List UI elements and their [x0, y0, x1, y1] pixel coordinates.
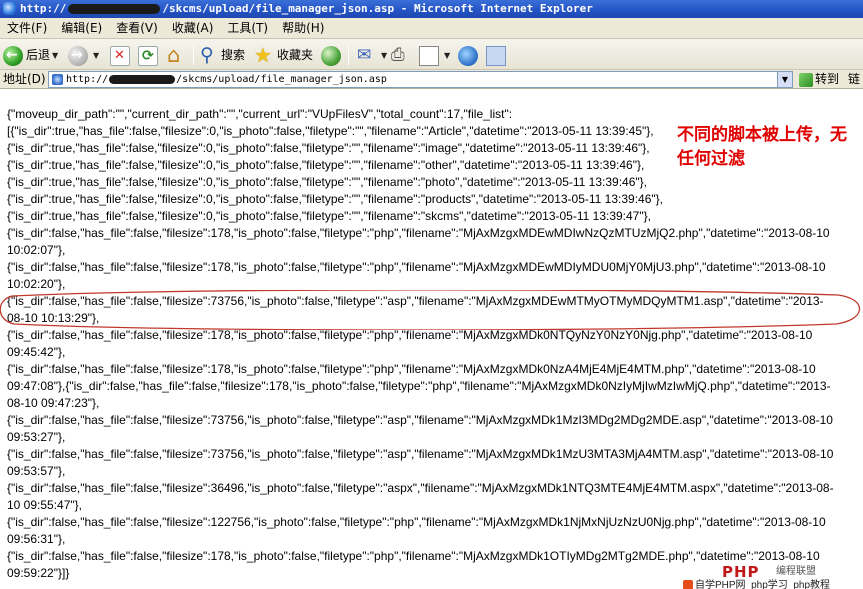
menu-favorites[interactable]: 收藏(A)	[165, 18, 221, 39]
stop-icon	[110, 45, 130, 66]
json-line: {"is_dir":false,"has_file":false,"filesi…	[7, 515, 826, 529]
watermark-badge: 编程联盟	[776, 566, 816, 577]
mail-icon	[356, 45, 376, 66]
window-title-bar[interactable]: http:// /skcms/upload/file_manager_json.a…	[0, 0, 863, 18]
chevron-down-icon[interactable]: ▼	[93, 44, 99, 68]
annotation-note: 不同的脚本被上传，无任何过滤	[677, 125, 847, 169]
address-input[interactable]: http:// /skcms/upload/file_manager_json.a…	[48, 71, 793, 88]
address-url: http:// /skcms/upload/file_manager_json.a…	[66, 72, 387, 88]
history-button[interactable]	[321, 43, 344, 67]
home-icon	[166, 44, 186, 66]
go-button[interactable]: 转到	[799, 71, 839, 88]
favorites-button[interactable]: 收藏夹	[254, 43, 313, 67]
mail-button[interactable]: ▼	[356, 43, 387, 67]
history-icon	[321, 45, 341, 66]
toolbar-separator	[348, 45, 349, 65]
favorites-label: 收藏夹	[277, 48, 314, 62]
json-line: 10 09:55:47"},	[7, 498, 82, 512]
json-line: 09:53:27"},	[7, 430, 66, 444]
menu-tools[interactable]: 工具(T)	[220, 18, 275, 39]
json-line: 09:47:08"},{"is_dir":false,"has_file":fa…	[7, 379, 831, 393]
json-line: {"is_dir":false,"has_file":false,"filesi…	[7, 226, 830, 240]
messenger-icon	[458, 45, 478, 66]
research-button[interactable]	[486, 43, 509, 67]
search-icon	[198, 44, 218, 66]
menu-help[interactable]: 帮助(H)	[275, 18, 331, 39]
json-line: 09:53:57"},	[7, 464, 66, 478]
json-line: {"is_dir":true,"has_file":false,"filesiz…	[7, 175, 647, 189]
print-button[interactable]	[390, 43, 413, 67]
page-icon	[52, 74, 63, 85]
search-label: 搜索	[221, 48, 246, 62]
site-watermark: PHP 编程联盟 自学PHP网_php学习_php教程	[683, 564, 863, 589]
json-response: {"moveup_dir_path":"","current_dir_path"…	[7, 106, 861, 582]
refresh-button[interactable]	[138, 43, 161, 67]
links-label[interactable]: 链	[848, 72, 860, 87]
search-button[interactable]: 搜索	[198, 43, 245, 67]
redacted-scribble	[109, 74, 176, 84]
edit-page-icon	[419, 45, 439, 66]
json-line: {"is_dir":false,"has_file":false,"filesi…	[7, 362, 816, 376]
home-button[interactable]	[166, 43, 189, 67]
address-dropdown-icon[interactable]: ▼	[777, 72, 792, 87]
toolbar-separator	[193, 45, 194, 65]
go-arrow-icon	[799, 72, 813, 87]
address-url-prefix: http://	[66, 74, 109, 85]
forward-arrow-icon	[68, 45, 88, 66]
research-icon	[486, 45, 506, 66]
page-content: {"moveup_dir_path":"","current_dir_path"…	[0, 90, 863, 589]
json-line: {"is_dir":false,"has_file":false,"filesi…	[7, 549, 820, 563]
back-button[interactable]: 后退▼	[3, 43, 58, 67]
menu-edit[interactable]: 编辑(E)	[54, 18, 109, 39]
json-line: 10:02:07"},	[7, 243, 66, 257]
chevron-down-icon[interactable]: ▼	[52, 44, 58, 68]
json-line: {"is_dir":false,"has_file":false,"filesi…	[7, 413, 833, 427]
star-icon	[254, 44, 274, 66]
json-line: 09:56:31"},	[7, 532, 66, 546]
watermark-text: 自学PHP网_php学习_php教程	[695, 580, 831, 589]
window-title-prefix: http://	[20, 2, 67, 15]
refresh-icon	[138, 45, 158, 66]
watermark-icon	[683, 580, 693, 589]
json-line: {"is_dir":true,"has_file":false,"filesiz…	[7, 192, 663, 206]
window-title-suffix: /skcms/upload/file_manager_json.asp - Mi…	[162, 2, 593, 15]
forward-button[interactable]: ▼	[68, 43, 99, 67]
menu-file[interactable]: 文件(F)	[0, 18, 54, 39]
edit-button[interactable]: ▼	[419, 43, 450, 67]
menu-bar: 文件(F) 编辑(E) 查看(V) 收藏(A) 工具(T) 帮助(H)	[0, 18, 863, 39]
back-label: 后退	[26, 48, 51, 62]
address-bar: 地址(D) http:// /skcms/upload/file_manager_…	[0, 70, 863, 89]
go-label: 转到	[815, 72, 840, 86]
address-label: 地址(D)	[3, 72, 46, 86]
menu-view[interactable]: 查看(V)	[109, 18, 165, 39]
messenger-button[interactable]	[458, 43, 481, 67]
chevron-down-icon[interactable]: ▼	[381, 44, 387, 68]
json-line: {"is_dir":false,"has_file":false,"filesi…	[7, 481, 834, 495]
stop-button[interactable]	[110, 43, 133, 67]
printer-icon	[390, 45, 410, 66]
ie-icon	[3, 2, 16, 15]
toolbar: 后退▼ ▼ 搜索 收藏夹 ▼ ▼	[0, 39, 863, 70]
redacted-scribble	[68, 4, 161, 14]
json-line: 08-10 09:47:23"},	[7, 396, 100, 410]
json-line: 09:45:42"},	[7, 345, 66, 359]
highlight-circle	[0, 290, 861, 330]
json-line: {"is_dir":true,"has_file":false,"filesiz…	[7, 209, 651, 223]
json-line: {"moveup_dir_path":"","current_dir_path"…	[7, 107, 513, 121]
back-arrow-icon	[3, 45, 23, 66]
address-url-suffix: /skcms/upload/file_manager_json.asp	[176, 74, 387, 85]
json-line: {"is_dir":false,"has_file":false,"filesi…	[7, 260, 826, 274]
watermark-caption: 自学PHP网_php学习_php教程	[683, 579, 863, 589]
json-line: {"is_dir":false,"has_file":false,"filesi…	[7, 447, 834, 461]
chevron-down-icon[interactable]: ▼	[444, 44, 450, 68]
